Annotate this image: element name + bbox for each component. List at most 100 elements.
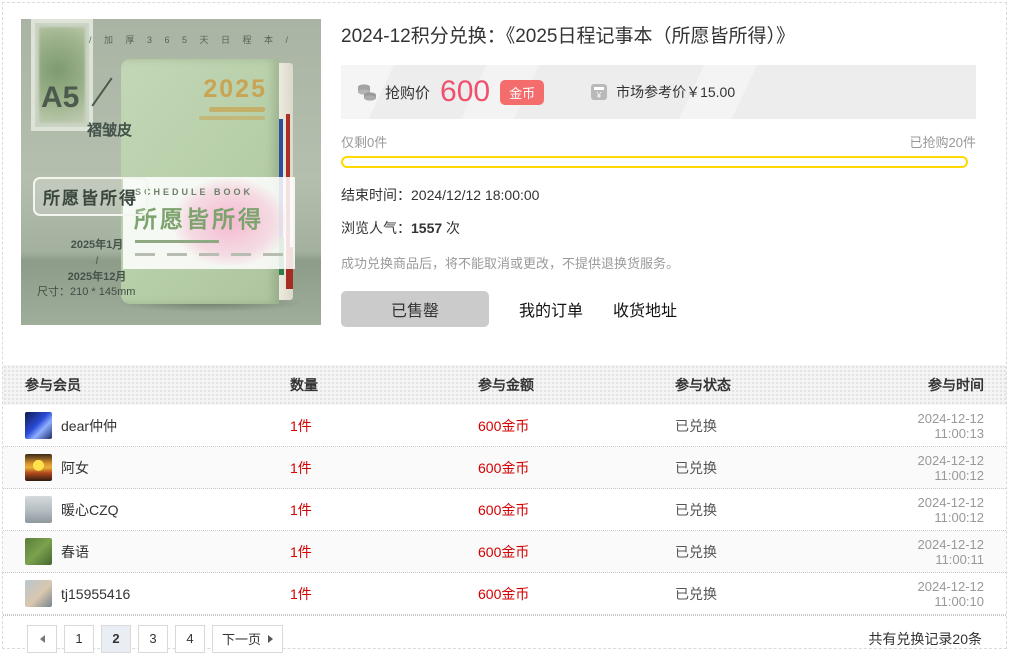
views-value: 1557 — [411, 220, 442, 236]
slogan-box: 所愿皆所得 — [33, 177, 148, 216]
market-price-icon: ¥ — [590, 83, 608, 101]
shipping-address-link[interactable]: 收货地址 — [613, 297, 677, 321]
member-name: 暖心CZQ — [61, 500, 119, 520]
member-name: tj15955416 — [61, 586, 130, 602]
amount-cell: 600金币 — [478, 416, 675, 436]
avatar — [25, 412, 52, 439]
price-label: 抢购价 — [385, 82, 430, 103]
time-cell: 2024-12-12 11:00:12 — [875, 453, 1006, 483]
pagination-bar: 1 2 3 4 下一页 共有兑换记录20条 — [3, 615, 1006, 661]
status-cell: 已兑换 — [675, 584, 875, 604]
date-separator: / — [51, 254, 143, 269]
date-from: 2025年1月 — [71, 239, 124, 251]
action-buttons: 已售罄 我的订单 收货地址 — [341, 291, 976, 327]
cover-subtitle-bar — [209, 107, 265, 112]
page-container: / 加 厚 3 6 5 天 日 程 本 / 2025 SCHEDULE BOOK… — [2, 2, 1007, 649]
stock-progress-bar — [341, 156, 968, 168]
end-time-label: 结束时间： — [341, 187, 411, 203]
page-title: 2024-12积分兑换：《2025日程记事本（所愿皆所得）》 — [341, 21, 976, 48]
header-amount: 参与金额 — [478, 375, 675, 395]
coin-unit-badge: 金币 — [500, 80, 544, 105]
table-header-row: 参与会员 数量 参与金额 参与状态 参与时间 — [3, 365, 1006, 405]
next-page-button[interactable]: 下一页 — [212, 625, 283, 653]
status-cell: 已兑换 — [675, 500, 875, 520]
market-price-label: 市场参考价￥15.00 — [616, 82, 735, 102]
cover-smalltext-bars — [135, 253, 295, 256]
end-time-row: 结束时间：2024/12/12 18:00:00 — [341, 185, 976, 205]
date-to: 2025年12月 — [68, 271, 127, 283]
product-image: / 加 厚 3 6 5 天 日 程 本 / 2025 SCHEDULE BOOK… — [21, 19, 321, 325]
price-value: 600 — [440, 77, 490, 107]
prev-page-button[interactable] — [27, 625, 57, 653]
page-button-3[interactable]: 3 — [138, 625, 168, 653]
header-quantity: 数量 — [290, 375, 478, 395]
table-row: 春语 1件 600金币 已兑换 2024-12-12 11:00:11 — [3, 531, 1006, 573]
remaining-count: 仅剩0件 — [341, 132, 387, 151]
table-row: dear仲仲 1件 600金币 已兑换 2024-12-12 11:00:13 — [3, 405, 1006, 447]
header-status: 参与状态 — [675, 375, 875, 395]
views-row: 浏览人气：1557 次 — [341, 218, 976, 238]
product-info: 2024-12积分兑换：《2025日程记事本（所愿皆所得）》 抢购价 600 金… — [341, 19, 988, 353]
quantity-cell: 1件 — [290, 458, 478, 478]
next-page-label: 下一页 — [222, 629, 261, 648]
page-button-4[interactable]: 4 — [175, 625, 205, 653]
slash-decor — [91, 78, 112, 107]
material-label: 褶皱皮 — [87, 119, 132, 140]
cover-series-text: SCHEDULE BOOK — [135, 187, 295, 197]
time-cell: 2024-12-12 11:00:12 — [875, 495, 1006, 525]
quantity-cell: 1件 — [290, 542, 478, 562]
end-time-value: 2024/12/12 18:00:00 — [411, 187, 539, 203]
arrow-left-icon — [40, 635, 45, 643]
status-cell: 已兑换 — [675, 542, 875, 562]
views-label: 浏览人气： — [341, 220, 411, 236]
photo-top-caption: / 加 厚 3 6 5 天 日 程 本 / — [81, 33, 301, 46]
avatar — [25, 454, 52, 481]
table-row: 阿女 1件 600金币 已兑换 2024-12-12 11:00:12 — [3, 447, 1006, 489]
amount-cell: 600金币 — [478, 584, 675, 604]
member-name: 春语 — [61, 542, 89, 562]
page-button-1[interactable]: 1 — [64, 625, 94, 653]
amount-cell: 600金币 — [478, 500, 675, 520]
cover-white-band: SCHEDULE BOOK 所愿皆所得 — [123, 177, 295, 269]
sold-count: 已抢购20件 — [910, 132, 976, 151]
time-cell: 2024-12-12 11:00:13 — [875, 411, 1006, 441]
quantity-cell: 1件 — [290, 500, 478, 520]
my-orders-link[interactable]: 我的订单 — [519, 297, 583, 321]
header-member: 参与会员 — [3, 375, 290, 395]
avatar — [25, 538, 52, 565]
notebook-illustration: 2025 SCHEDULE BOOK 所愿皆所得 — [121, 59, 301, 304]
product-section: / 加 厚 3 6 5 天 日 程 本 / 2025 SCHEDULE BOOK… — [3, 3, 1006, 353]
avatar — [25, 580, 52, 607]
cover-tagline-bar — [135, 240, 219, 243]
amount-cell: 600金币 — [478, 458, 675, 478]
size-annotation: A5 褶皱皮 — [41, 81, 141, 115]
exchange-notice: 成功兑换商品后，将不能取消或更改，不提供退换货服务。 — [341, 253, 976, 272]
member-name: 阿女 — [61, 458, 89, 478]
header-time: 参与时间 — [875, 375, 1006, 395]
size-label: A5 — [41, 81, 79, 115]
participants-table: 参与会员 数量 参与金额 参与状态 参与时间 dear仲仲 1件 600金币 已… — [3, 365, 1006, 615]
table-row: 暖心CZQ 1件 600金币 已兑换 2024-12-12 11:00:12 — [3, 489, 1006, 531]
coins-icon — [357, 83, 377, 101]
time-cell: 2024-12-12 11:00:11 — [875, 537, 1006, 567]
svg-text:¥: ¥ — [596, 91, 602, 100]
member-name: dear仲仲 — [61, 416, 117, 436]
time-cell: 2024-12-12 11:00:10 — [875, 579, 1006, 609]
quantity-cell: 1件 — [290, 416, 478, 436]
table-row: tj15955416 1件 600金币 已兑换 2024-12-12 11:00… — [3, 573, 1006, 615]
status-cell: 已兑换 — [675, 416, 875, 436]
cover-year-text: 2025 — [203, 75, 267, 104]
total-records-label: 共有兑换记录20条 — [868, 629, 982, 649]
status-cell: 已兑换 — [675, 458, 875, 478]
market-price-group: ¥ 市场参考价￥15.00 — [590, 82, 735, 102]
stock-row: 仅剩0件 已抢购20件 — [341, 132, 976, 151]
page-button-2-current[interactable]: 2 — [101, 625, 131, 653]
sold-out-button[interactable]: 已售罄 — [341, 291, 489, 327]
quantity-cell: 1件 — [290, 584, 478, 604]
views-suffix: 次 — [446, 220, 460, 236]
cover-subtitle-bar — [199, 116, 265, 120]
date-range: 2025年1月 / 2025年12月 — [51, 237, 143, 285]
avatar — [25, 496, 52, 523]
cover-slogan-text: 所愿皆所得 — [134, 200, 295, 234]
amount-cell: 600金币 — [478, 542, 675, 562]
